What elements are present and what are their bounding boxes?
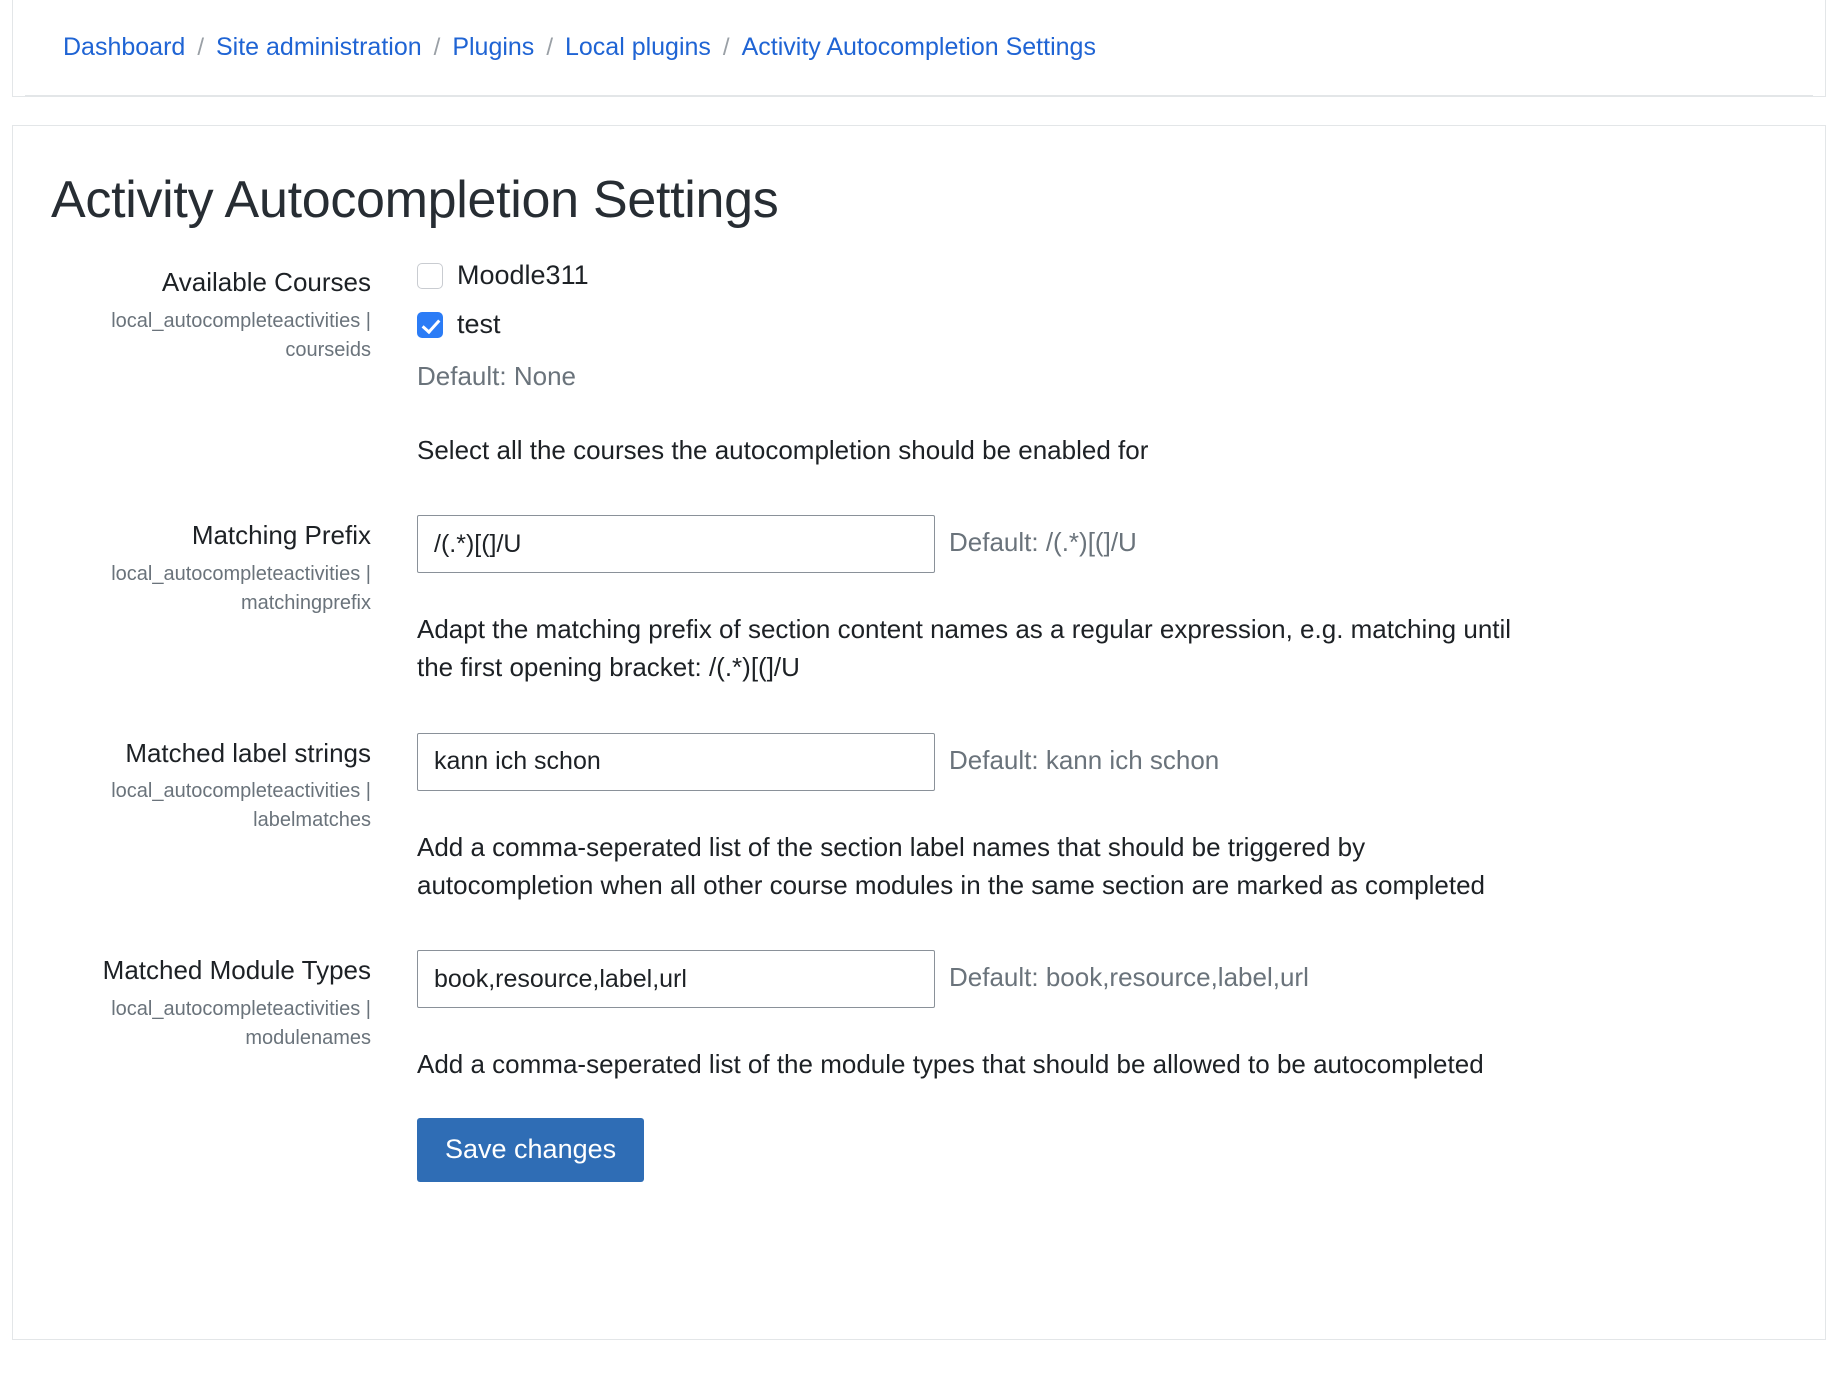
setting-help-matched-label-strings: Add a comma-seperated list of the sectio… bbox=[417, 831, 1486, 900]
setting-row-matched-module-types: Matched Module Types local_autocompletea… bbox=[51, 948, 1785, 1084]
save-changes-button[interactable]: Save changes bbox=[417, 1117, 645, 1182]
breadcrumb-separator: / bbox=[197, 33, 204, 61]
setting-help-matched-module-types: Add a comma-seperated list of the module… bbox=[417, 1049, 1484, 1080]
form-actions: Save changes bbox=[51, 1117, 1785, 1182]
setting-help-available-courses: Select all the courses the autocompletio… bbox=[417, 434, 1149, 465]
breadcrumb-item-dashboard[interactable]: Dashboard bbox=[63, 35, 185, 60]
setting-path-matched-label-strings: local_autocompleteactivities | labelmatc… bbox=[111, 780, 371, 832]
checkbox-option-moodle311[interactable]: Moodle311 bbox=[417, 262, 1785, 289]
checkbox-icon-checked[interactable] bbox=[417, 311, 443, 338]
setting-label-matched-label-strings: Matched label strings bbox=[125, 737, 371, 768]
breadcrumb-item-plugins[interactable]: Plugins bbox=[452, 35, 534, 60]
setting-help-matching-prefix: Adapt the matching prefix of section con… bbox=[417, 614, 1512, 683]
checkbox-label: test bbox=[457, 309, 501, 339]
matching-prefix-input[interactable] bbox=[417, 515, 935, 574]
matched-label-strings-input[interactable] bbox=[417, 732, 935, 791]
checkbox-icon-unchecked[interactable] bbox=[417, 262, 443, 289]
setting-field-col: Default: /(.*)[(]/U Adapt the matching p… bbox=[393, 513, 1785, 686]
setting-path-available-courses: local_autocompleteactivities | courseids bbox=[111, 309, 371, 361]
breadcrumb-item-local-plugins[interactable]: Local plugins bbox=[565, 35, 711, 60]
setting-field-col: Default: kann ich schon Add a comma-sepe… bbox=[393, 731, 1785, 904]
setting-row-matched-label-strings: Matched label strings local_autocomplete… bbox=[51, 731, 1785, 904]
breadcrumb: Dashboard / Site administration / Plugin… bbox=[63, 35, 1096, 60]
setting-field-col: Default: book,resource,label,url Add a c… bbox=[393, 948, 1785, 1084]
settings-card: Activity Autocompletion Settings Availab… bbox=[12, 125, 1826, 1340]
row-spacer bbox=[51, 904, 1785, 948]
page-title: Activity Autocompletion Settings bbox=[51, 171, 779, 229]
input-line: Default: book,resource,label,url bbox=[417, 950, 1785, 1009]
setting-path-matching-prefix: local_autocompleteactivities | matchingp… bbox=[111, 562, 371, 614]
setting-default-matched-module-types: Default: book,resource,label,url bbox=[949, 962, 1309, 993]
setting-row-matching-prefix: Matching Prefix local_autocompleteactivi… bbox=[51, 513, 1785, 686]
input-line: Default: kann ich schon bbox=[417, 732, 1785, 791]
setting-row-available-courses: Available Courses local_autocompleteacti… bbox=[51, 260, 1785, 469]
setting-label-matching-prefix: Matching Prefix bbox=[191, 520, 371, 551]
setting-label-col: Matched Module Types local_autocompletea… bbox=[51, 948, 393, 1053]
setting-field-col: Moodle311 test Default: None Select all … bbox=[393, 260, 1785, 469]
checkbox-label: Moodle311 bbox=[457, 260, 589, 290]
breadcrumb-separator: / bbox=[433, 33, 441, 61]
checkbox-option-test[interactable]: test bbox=[417, 311, 1785, 338]
setting-default-matching-prefix: Default: /(.*)[(]/U bbox=[949, 527, 1137, 558]
setting-label-col: Available Courses local_autocompleteacti… bbox=[51, 260, 393, 365]
setting-label-col: Matching Prefix local_autocompleteactivi… bbox=[51, 513, 393, 618]
setting-label-available-courses: Available Courses bbox=[161, 267, 371, 297]
row-spacer bbox=[51, 469, 1785, 513]
breadcrumb-item-site-administration[interactable]: Site administration bbox=[216, 35, 422, 60]
setting-default-available-courses: Default: None bbox=[417, 361, 576, 391]
breadcrumb-separator: / bbox=[546, 33, 553, 61]
breadcrumb-separator: / bbox=[722, 33, 730, 61]
matched-module-types-input[interactable] bbox=[417, 950, 935, 1009]
row-spacer bbox=[51, 687, 1785, 731]
breadcrumb-item-activity-autocompletion-settings[interactable]: Activity Autocompletion Settings bbox=[742, 35, 1096, 60]
setting-label-col: Matched label strings local_autocomplete… bbox=[51, 731, 393, 836]
breadcrumb-bar: Dashboard / Site administration / Plugin… bbox=[12, 0, 1826, 97]
setting-default-matched-label-strings: Default: kann ich schon bbox=[949, 744, 1220, 775]
setting-path-matched-module-types: local_autocompleteactivities | modulenam… bbox=[111, 997, 371, 1049]
setting-label-matched-module-types: Matched Module Types bbox=[102, 955, 371, 986]
input-line: Default: /(.*)[(]/U bbox=[417, 515, 1785, 574]
